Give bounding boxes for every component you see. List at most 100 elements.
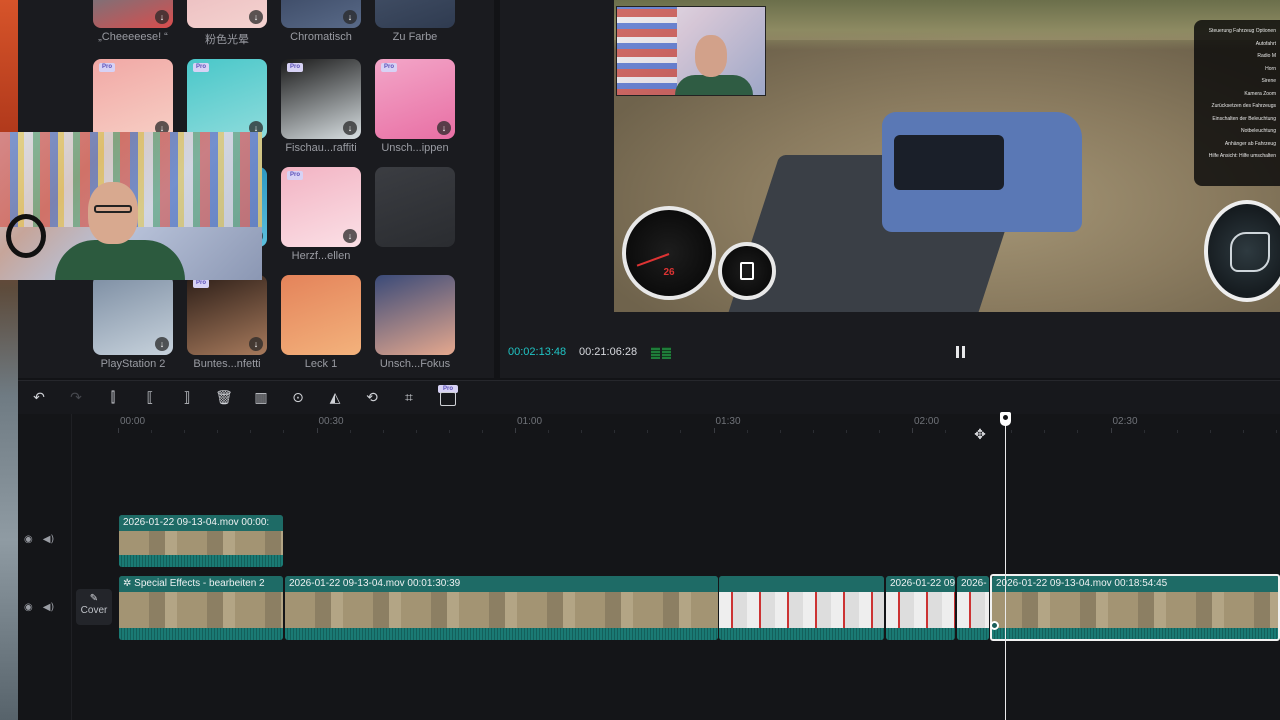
clip-title: 2026-01-22 09 [886, 576, 955, 592]
effect-card[interactable]: Zu Farbe [375, 0, 455, 43]
ruler-label: 01:30 [715, 416, 741, 427]
effect-card[interactable]: ↓ PlayStation 2 [93, 275, 173, 370]
ruler-minor-tick [1242, 430, 1244, 433]
auto-cut-pro-button[interactable]: Pro [438, 385, 458, 407]
effect-card[interactable]: Pro ↓ Unsch...ippen [375, 59, 455, 154]
effect-thumbnail[interactable]: Pro↓ [187, 59, 267, 139]
undo-icon[interactable]: ↶ [30, 389, 48, 407]
effect-thumbnail[interactable] [375, 275, 455, 355]
clip-title [719, 576, 884, 592]
effect-card[interactable]: ↓ 粉色光晕 [187, 0, 267, 46]
clip-waveform [119, 555, 283, 567]
clip-title: 2026- [957, 576, 989, 592]
preview-video-frame[interactable]: 26 Steuerung Fahrzeug Optionen Autofahrt R… [614, 0, 1280, 312]
effect-thumbnail[interactable]: ↓ [93, 275, 173, 355]
playhead-handle[interactable] [1000, 412, 1011, 426]
effect-thumbnail[interactable]: ↓ [281, 0, 361, 28]
stream-cam-shirt [675, 75, 753, 95]
pro-badge: Pro [381, 63, 398, 72]
menu-row: Radio M [1257, 53, 1276, 59]
effect-thumbnail[interactable]: Pro ↓ [375, 59, 455, 139]
pause-button[interactable] [956, 346, 968, 360]
time-ruler[interactable]: 00:00 00:30 01:00 01:30 02:00 02:30 [72, 414, 1280, 434]
effect-card[interactable]: ↓ „Cheeeeese! “ [93, 0, 173, 43]
speaker-icon[interactable]: ◀) [43, 602, 55, 613]
ruler-minor-tick [746, 430, 748, 433]
effect-card[interactable] [375, 167, 455, 247]
effect-card[interactable]: Pro ↓ [93, 59, 173, 139]
main-video-clip[interactable]: 2026-01-22 09-13-04.mov 00:01:30:39 [285, 576, 718, 640]
effect-thumbnail[interactable]: Pro↓ [281, 59, 361, 139]
freeze-frame-icon[interactable]: ▥ [252, 389, 270, 407]
ruler-minor-tick [151, 430, 153, 433]
current-timecode: 00:02:13:48 [508, 346, 567, 358]
download-icon[interactable]: ↓ [155, 337, 169, 351]
download-icon[interactable]: ↓ [249, 337, 263, 351]
clip-title: 2026-01-22 09-13-04.mov 00:01:30:39 [285, 576, 718, 592]
ruler-label: 00:00 [120, 416, 146, 427]
menu-row: Steuerung Fahrzeug Optionen [1208, 28, 1276, 34]
crop-icon[interactable]: ⌗ [400, 389, 418, 407]
main-video-clip[interactable]: 2026-01-22 09 [886, 576, 955, 640]
total-timecode: 00:21:06:28 [579, 346, 638, 358]
split-left-icon[interactable]: ⟦ [141, 389, 159, 407]
effect-thumbnail[interactable]: ↓ [93, 0, 173, 28]
ruler-minor-tick [1209, 430, 1211, 433]
effect-thumbnail[interactable] [281, 275, 361, 355]
effect-label: Fischau...raffiti [285, 142, 357, 154]
main-video-clip[interactable] [719, 576, 884, 640]
ruler-minor-tick [349, 430, 351, 433]
download-icon[interactable]: ↓ [437, 121, 451, 135]
ruler-minor-tick [548, 430, 550, 433]
redo-icon[interactable]: ↷ [67, 389, 85, 407]
speaker-icon[interactable]: ◀) [43, 534, 55, 545]
effect-card[interactable]: Pro ↓ [187, 59, 267, 139]
fuel-gauge [718, 242, 776, 300]
effect-label: Zu Farbe [392, 31, 438, 43]
effect-thumbnail[interactable]: Pro↓ [93, 59, 173, 139]
ruler-label: 00:30 [318, 416, 344, 427]
effect-thumbnail[interactable]: Pro↓ [187, 275, 267, 355]
menu-row: Kamera Zoom [1244, 90, 1276, 97]
download-icon[interactable]: ↓ [155, 10, 169, 24]
download-icon[interactable]: ↓ [343, 121, 357, 135]
background-desktop-strip [0, 0, 18, 720]
split-icon[interactable]: ⫿ [104, 389, 122, 407]
download-icon[interactable]: ↓ [249, 10, 263, 24]
ruler-minor-tick [1275, 430, 1277, 433]
effect-thumbnail[interactable]: ↓ [187, 0, 267, 28]
rotate-icon[interactable]: ⟲ [363, 389, 381, 407]
download-icon[interactable]: ↓ [343, 229, 357, 243]
effect-card[interactable]: Pro ↓ Fischau...raffiti [281, 59, 361, 154]
effect-card[interactable]: Unsch...Fokus [375, 275, 455, 370]
trim-handle[interactable] [990, 621, 999, 630]
mirror-icon[interactable]: ◭ [326, 389, 344, 407]
ruler-tick [1110, 428, 1112, 433]
main-video-clip[interactable]: 2026- [957, 576, 989, 640]
timeline[interactable]: ◉ ◀) ◉ ◀) 00:00 00:30 01:00 01:30 02:00 02:30… [18, 414, 1280, 720]
effect-card[interactable]: Leck 1 [281, 275, 361, 370]
effect-label: PlayStation 2 [100, 358, 166, 370]
ruler-minor-tick [415, 430, 417, 433]
menu-row: Hilfe Ansicht: Hilfe umschalten [1208, 153, 1276, 159]
effect-thumbnail[interactable] [375, 0, 455, 28]
reverse-icon[interactable]: ⊙ [289, 389, 307, 407]
split-right-icon[interactable]: ⟧ [178, 389, 196, 407]
eye-icon[interactable]: ◉ [24, 534, 33, 545]
eye-icon[interactable]: ◉ [24, 602, 33, 613]
effect-card[interactable]: ↓ Chromatisch [281, 0, 361, 43]
clip-thumbnails [119, 592, 283, 628]
effect-card[interactable]: Pro ↓ Herzf...ellen [281, 167, 361, 262]
overlay-video-clip[interactable]: 2026-01-22 09-13-04.mov 00:00: [119, 515, 283, 567]
effect-card[interactable]: Pro ↓ Buntes...nfetti [187, 275, 267, 370]
ruler-tick [515, 428, 516, 433]
delete-icon[interactable]: 🗑 [215, 389, 233, 407]
clip-waveform [886, 628, 955, 640]
effect-thumbnail[interactable] [375, 167, 455, 247]
cover-button[interactable]: ✎ Cover [76, 589, 112, 625]
effect-thumbnail[interactable]: Pro↓ [281, 167, 361, 247]
headset-icon [6, 214, 46, 258]
playhead-line[interactable] [1005, 414, 1006, 720]
download-icon[interactable]: ↓ [343, 10, 357, 24]
main-video-clip[interactable]: ✲ Special Effects - bearbeiten 2 [119, 576, 283, 640]
